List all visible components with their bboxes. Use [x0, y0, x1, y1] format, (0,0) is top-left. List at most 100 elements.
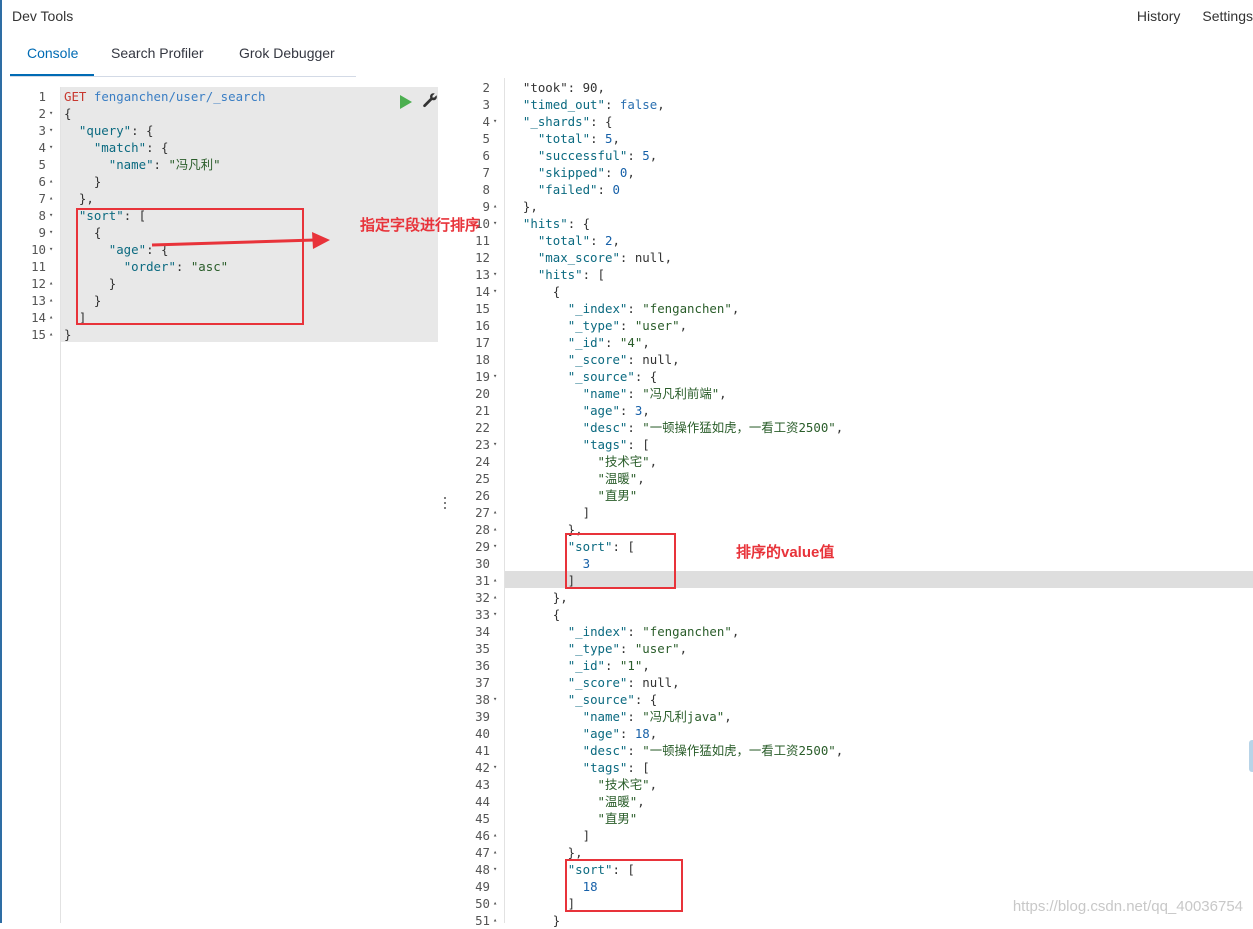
- fold-toggle-icon[interactable]: ▾: [49, 224, 53, 241]
- fold-toggle-icon[interactable]: ▾: [493, 759, 497, 776]
- code-token: ,: [642, 658, 650, 673]
- code-token: :: [619, 403, 635, 418]
- fold-toggle-icon[interactable]: ▾: [49, 207, 53, 224]
- scroll-indicator[interactable]: [1249, 740, 1253, 772]
- fold-toggle-icon[interactable]: ▾: [493, 368, 497, 385]
- fold-toggle-icon[interactable]: ▴: [493, 912, 497, 929]
- fold-toggle-icon[interactable]: ▴: [493, 895, 497, 912]
- code-token: "name": [582, 386, 628, 401]
- fold-toggle-icon[interactable]: ▴: [493, 844, 497, 861]
- tab-search-profiler[interactable]: Search Profiler: [111, 45, 204, 61]
- line-number: 26: [475, 488, 490, 503]
- play-icon[interactable]: [400, 95, 412, 109]
- code-token: "tags": [582, 437, 628, 452]
- code-token: ,: [719, 386, 727, 401]
- tab-grok-debugger[interactable]: Grok Debugger: [239, 45, 335, 61]
- fold-toggle-icon[interactable]: ▴: [493, 589, 497, 606]
- code-text: "tags": [: [508, 436, 650, 453]
- code-token: "user": [634, 318, 680, 333]
- fold-toggle-icon[interactable]: ▾: [49, 105, 53, 122]
- code-text: }: [508, 912, 560, 929]
- sort-clause-highlight-box: [76, 208, 304, 325]
- code-text: "successful": 5,: [508, 147, 657, 164]
- code-token: "total": [537, 233, 591, 248]
- code-token: :: [604, 97, 620, 112]
- line-number: 10: [31, 242, 46, 257]
- fold-toggle-icon[interactable]: ▾: [493, 215, 497, 232]
- devtools-tabs: Console Search Profiler Grok Debugger: [10, 38, 356, 77]
- sort-value-highlight-box-2: [565, 859, 683, 912]
- code-text: "desc": "一顿操作猛如虎，一看工资2500",: [508, 742, 844, 759]
- code-text: }: [64, 326, 71, 343]
- fold-toggle-icon[interactable]: ▾: [493, 266, 497, 283]
- code-token: ,: [657, 97, 665, 112]
- code-token: "冯凡利": [168, 157, 221, 172]
- line-number: 13: [475, 267, 490, 282]
- fold-toggle-icon[interactable]: ▾: [493, 861, 497, 878]
- history-link[interactable]: History: [1137, 8, 1181, 24]
- fold-toggle-icon[interactable]: ▴: [49, 326, 53, 343]
- fold-toggle-icon[interactable]: ▴: [493, 198, 497, 215]
- wrench-icon[interactable]: [422, 92, 438, 108]
- code-text: }: [64, 173, 101, 190]
- code-text: "直男": [508, 487, 638, 504]
- fold-toggle-icon[interactable]: ▴: [493, 504, 497, 521]
- response-editor[interactable]: 2 "took": 90, 3 "timed_out": false, 4 ▾ "_s…: [454, 78, 1253, 928]
- fold-toggle-icon[interactable]: ▾: [493, 113, 497, 130]
- code-token: "age": [582, 403, 620, 418]
- fold-toggle-icon[interactable]: ▾: [49, 122, 53, 139]
- code-token: ]: [508, 828, 591, 843]
- line-number: 42: [475, 760, 490, 775]
- fold-toggle-icon[interactable]: ▴: [49, 275, 53, 292]
- pane-resize-handle[interactable]: [441, 495, 449, 511]
- fold-toggle-icon[interactable]: ▾: [493, 606, 497, 623]
- line-number: 21: [475, 403, 490, 418]
- line-number: 33: [475, 607, 490, 622]
- code-token: :: [619, 318, 635, 333]
- code-token: "total": [537, 131, 591, 146]
- line-number: 23: [475, 437, 490, 452]
- top-links: History Settings: [1115, 8, 1253, 24]
- code-token: :: [597, 182, 613, 197]
- code-token: "_type": [567, 641, 620, 656]
- fold-toggle-icon[interactable]: ▴: [493, 827, 497, 844]
- fold-toggle-icon[interactable]: ▴: [49, 173, 53, 190]
- tab-console[interactable]: Console: [27, 45, 78, 61]
- code-token: ,: [649, 726, 658, 741]
- code-text: {: [508, 606, 560, 623]
- code-token: ,: [731, 301, 740, 316]
- code-text: "_index": "fenganchen",: [508, 300, 740, 317]
- line-number: 3: [38, 123, 46, 138]
- code-token: "冯凡利java": [642, 709, 725, 724]
- fold-toggle-icon[interactable]: ▴: [49, 292, 53, 309]
- code-token: ,: [731, 624, 740, 639]
- fold-toggle-icon[interactable]: ▾: [493, 283, 497, 300]
- code-token: "fenganchen": [642, 301, 732, 316]
- fold-toggle-icon[interactable]: ▾: [49, 241, 53, 258]
- line-number: 38: [475, 692, 490, 707]
- fold-toggle-icon[interactable]: ▾: [49, 139, 53, 156]
- line-number: 44: [475, 794, 490, 809]
- code-text: {: [508, 283, 560, 300]
- fold-toggle-icon[interactable]: ▴: [493, 572, 497, 589]
- code-token: : {: [131, 123, 154, 138]
- line-number: 31: [475, 573, 490, 588]
- fold-toggle-icon[interactable]: ▾: [493, 436, 497, 453]
- code-token: "技术宅": [597, 454, 650, 469]
- code-token: "successful": [537, 148, 628, 163]
- fold-toggle-icon[interactable]: ▾: [493, 691, 497, 708]
- fold-toggle-icon[interactable]: ▴: [493, 521, 497, 538]
- fold-toggle-icon[interactable]: ▴: [49, 190, 53, 207]
- code-token: },: [64, 191, 94, 206]
- fold-toggle-icon[interactable]: ▴: [49, 309, 53, 326]
- line-number: 17: [475, 335, 490, 350]
- annotation-arrow: [151, 232, 330, 249]
- fold-toggle-icon[interactable]: ▾: [493, 538, 497, 555]
- settings-link[interactable]: Settings: [1202, 8, 1253, 24]
